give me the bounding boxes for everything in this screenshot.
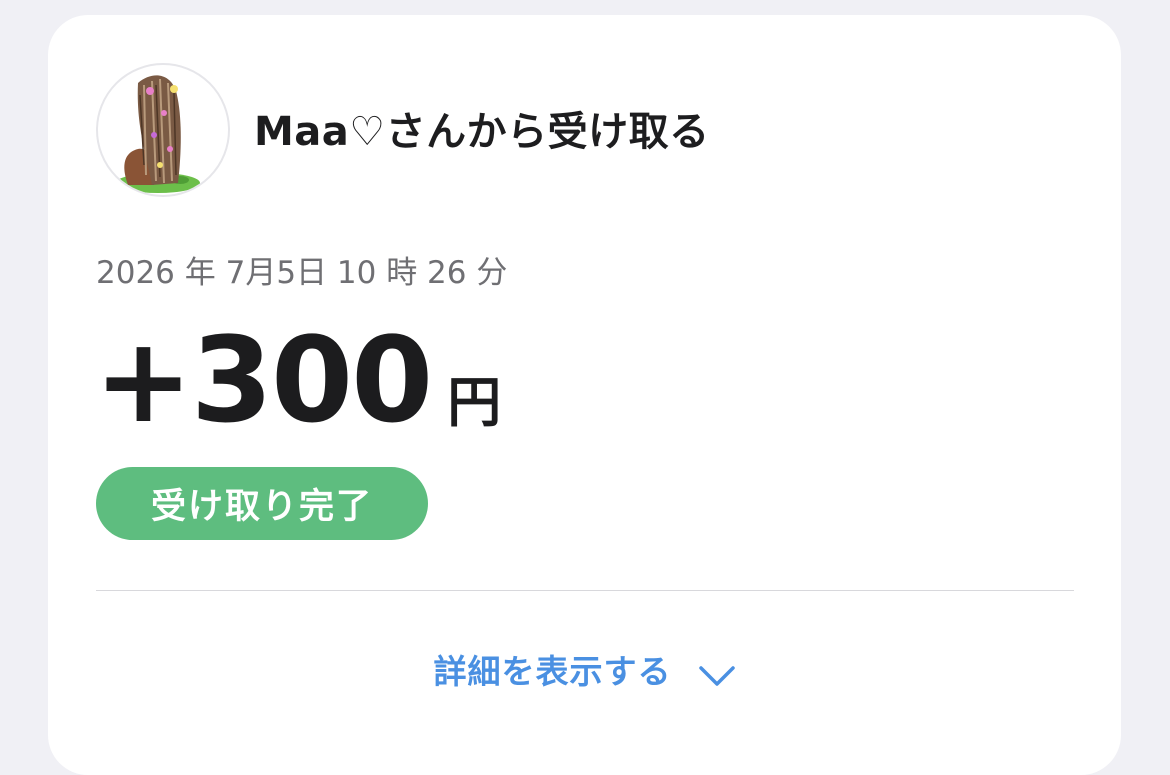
avatar[interactable] bbox=[96, 63, 230, 197]
divider bbox=[96, 590, 1074, 591]
avatar-illustration bbox=[116, 75, 200, 193]
show-details-label: 詳細を表示する bbox=[433, 652, 672, 691]
transaction-datetime: 2026 年 7月5日 10 時 26 分 bbox=[96, 255, 508, 291]
sender-title: Maa♡さんから受け取る bbox=[254, 109, 710, 155]
show-details-button[interactable]: 詳細を表示する bbox=[48, 645, 1121, 693]
transfer-card: Maa♡さんから受け取る 2026 年 7月5日 10 時 26 分 +300 円… bbox=[48, 15, 1121, 775]
amount-value: +300 bbox=[94, 311, 433, 449]
chevron-down-icon[interactable] bbox=[698, 657, 736, 686]
currency-unit: 円 bbox=[447, 371, 502, 434]
status-badge: 受け取り完了 bbox=[96, 467, 428, 540]
amount-row: +300 円 bbox=[94, 311, 502, 449]
